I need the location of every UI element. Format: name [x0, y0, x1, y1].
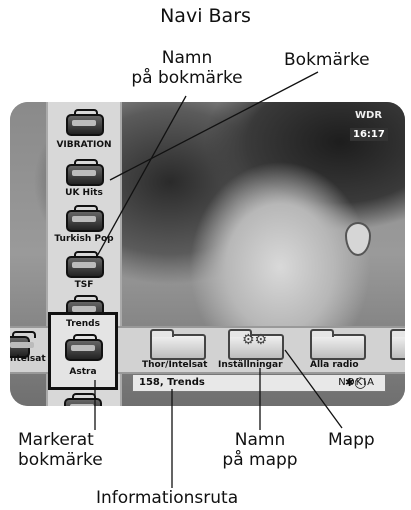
label-folder: Mapp [328, 430, 375, 450]
label-folder-name: Namn på mapp [222, 430, 298, 470]
callout-line-folder [284, 349, 343, 429]
callout-line-bookmark [109, 71, 319, 181]
label-marked-bookmark: Markerat bokmärke [18, 430, 103, 470]
label-info-box: Informationsruta [96, 488, 239, 508]
callout-line-bookmark-name [95, 95, 187, 259]
